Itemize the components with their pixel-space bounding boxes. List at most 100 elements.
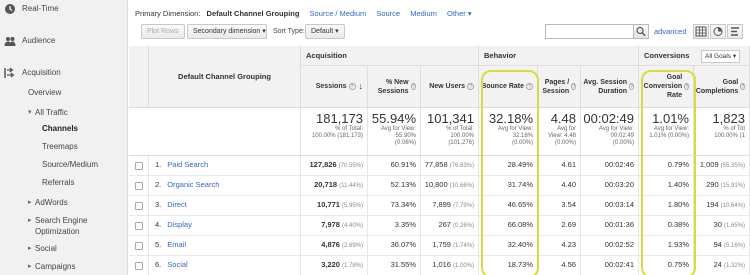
metric-value: 1,009 [699,160,719,169]
metric-cell-bounce-rate: 46.65% [479,196,538,216]
total-new-sessions: 55.94% Avg for View: 55.90% (0.06%) [368,108,421,156]
metric-value: 2.69 [561,220,576,229]
sidebar-item-referrals[interactable]: Referrals [0,176,128,190]
sidebar-item-overview[interactable]: Overview [0,86,128,100]
dimension-other-dropdown[interactable]: Other ▾ [447,9,472,18]
col-header-new-sessions[interactable]: % New Sessions? [368,66,421,108]
metric-cell-new-users: 10,800 (10.66%) [421,176,479,196]
search-icon[interactable] [633,24,649,39]
sidebar-item-treemaps[interactable]: Treemaps [0,140,128,154]
help-icon[interactable]: ? [467,83,474,90]
metric-value: 00:03:14 [604,200,634,209]
performance-view-icon[interactable] [727,24,743,39]
dimension-other-label: Other [446,9,466,18]
col-header-new-users[interactable]: New Users? [421,66,479,108]
acquisition-icon [4,67,16,79]
col-header-avg-duration[interactable]: Avg. Session Duration? [581,66,639,108]
col-header-goal-conv-rate[interactable]: Goal Conversion Rate? [639,66,694,108]
metric-percent: (70.55%) [338,163,363,169]
channel-link[interactable]: Social [167,260,187,269]
col-header-goal-completions-label: Goal Completions [695,78,739,95]
metric-cell-new-users: 1,759 (1.74%) [421,236,479,256]
sidebar-item-label: Overview [28,88,62,97]
conversions-group-header: Conversions All Goals ▾ [639,46,750,66]
metric-value: 00:02:52 [604,240,634,249]
metric-percent: (1.78%) [341,263,363,269]
col-header-bounce-rate[interactable]: Bounce Rate? [479,66,538,108]
col-header-new-users-label: New Users [429,83,465,90]
secondary-dimension-dropdown[interactable]: Secondary dimension ▾ [187,24,267,39]
metric-percent: (10.64%) [720,203,745,209]
advanced-filter-link[interactable]: advanced [654,25,687,38]
sidebar-item-adwords[interactable]: ▸ AdWords [0,196,128,210]
col-header-goal-completions[interactable]: Goal Completions? [694,66,750,108]
checkbox-header [129,46,149,108]
metric-value: 77,858 [424,160,448,169]
metric-percent: (0.26%) [452,223,474,229]
sidebar-item-label: Real-Time [22,4,59,13]
metric-cell-completions: 30 (1.65%) [694,216,750,236]
sidebar-item-real-time[interactable]: Real-Time [0,2,128,16]
metric-value: 1,759 [432,240,451,249]
sidebar-item-audience[interactable]: Audience [0,34,128,48]
total-pages-session-sub2: View: 4.48 [548,133,576,139]
channel-link[interactable]: Direct [167,200,187,209]
channel-link[interactable]: Organic Search [167,180,219,189]
sidebar-item-all-traffic[interactable]: ▾ All Traffic [0,106,128,120]
metric-cell-duration: 00:02:41 [581,256,639,275]
dimension-link-medium[interactable]: Medium [410,9,437,18]
sidebar-item-channels[interactable]: Channels [0,122,128,136]
row-checkbox[interactable] [135,182,143,190]
help-icon[interactable]: ? [348,83,356,90]
percentage-view-icon[interactable] [710,24,726,39]
metric-value: 0.38% [667,220,689,229]
metric-value: 4.56 [561,260,576,269]
help-icon[interactable]: ? [526,83,533,90]
col-header-pages-session[interactable]: Pages / Session? [538,66,581,108]
row-checkbox[interactable] [135,162,143,170]
channel-link[interactable]: Email [167,240,186,249]
primary-dimension-label: Primary Dimension: [135,9,201,18]
metric-cell-sessions: 20,718 (11.44%) [301,176,368,196]
dimension-link-source[interactable]: Source [376,9,400,18]
sort-type-label: Sort Type: [273,28,305,35]
row-checkbox[interactable] [135,242,143,250]
help-icon[interactable]: ? [684,83,689,90]
metric-cell-conv-rate: 0.75% [639,256,694,275]
dimension-header[interactable]: Default Channel Grouping [149,46,301,108]
row-checkbox[interactable] [135,222,143,230]
channel-link[interactable]: Paid Search [167,160,208,169]
total-avg-duration: 00:02:49 Avg for View: 00:02:49 (0.00%) [581,108,639,156]
row-checkbox-cell [129,156,149,176]
sort-type-dropdown[interactable]: Default ▾ [305,24,345,39]
metric-value: 267 [438,220,451,229]
total-new-sessions-value: 55.94% [371,111,416,126]
sidebar-item-campaigns[interactable]: ▸ Campaigns [0,260,128,274]
sidebar-item-seo[interactable]: ▸ Search Engine Optimization [0,214,128,238]
metric-cell-new-sessions: 73.34% [368,196,421,216]
plot-rows-button[interactable]: Plot Rows [141,24,185,39]
sort-desc-icon: ↓ [358,81,364,91]
sidebar-item-source-medium[interactable]: Source/Medium [0,158,128,172]
help-icon[interactable]: ? [410,83,416,90]
total-avg-duration-sub3: (0.00%) [612,140,634,146]
row-checkbox[interactable] [135,202,143,210]
goal-select-dropdown[interactable]: All Goals ▾ [701,50,741,63]
row-checkbox[interactable] [135,262,143,270]
dimension-link-source-medium[interactable]: Source / Medium [310,9,367,18]
sidebar-item-social[interactable]: ▸ Social [0,242,128,256]
row-checkbox-cell [129,256,149,275]
metric-cell-new-users: 77,858 (76.83%) [421,156,479,176]
col-header-sessions[interactable]: Sessions? ↓ [301,66,368,108]
row-number: 2. [155,180,162,189]
sidebar-item-acquisition[interactable]: Acquisition [0,66,128,80]
metric-value: 66.08% [507,220,533,229]
help-icon[interactable]: ? [740,83,745,90]
data-table-view-icon[interactable] [693,24,709,39]
total-new-sessions-sub1: Avg for View: [380,126,416,132]
channel-link[interactable]: Display [167,220,192,229]
help-icon[interactable]: ? [571,83,576,90]
metric-value: 18.73% [507,260,533,269]
help-icon[interactable]: ? [629,83,634,90]
metric-value: 00:02:46 [604,160,634,169]
